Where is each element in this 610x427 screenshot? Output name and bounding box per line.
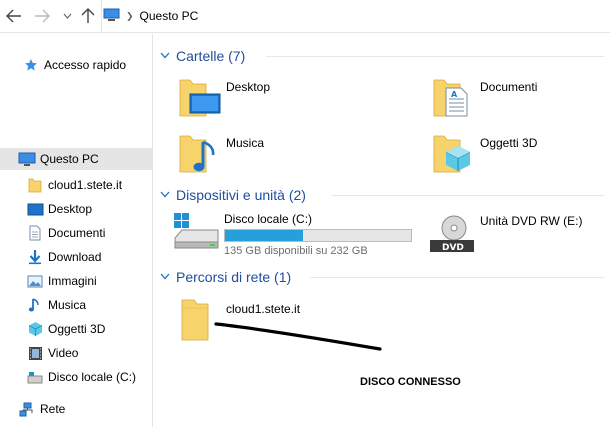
group-header-devices[interactable]: Dispositivi e unità (2)	[160, 185, 604, 205]
sidebar-item-video[interactable]: Video	[0, 342, 152, 364]
sidebar-item-cloud1[interactable]: cloud1.stete.it	[0, 174, 152, 196]
video-icon	[26, 344, 44, 362]
group-title: Percorsi di rete (1)	[176, 269, 292, 285]
pictures-icon	[26, 272, 44, 290]
folder-tile-3d-objects[interactable]: Oggetti 3D	[430, 130, 537, 176]
sidebar-item-documents[interactable]: Documenti	[0, 222, 152, 244]
documents-icon	[26, 224, 44, 242]
desktop-icon	[26, 200, 44, 218]
annotation-text: DISCO CONNESSO	[360, 376, 461, 388]
drive-icon	[26, 368, 44, 386]
chevron-down-icon	[63, 13, 71, 19]
star-icon	[22, 56, 40, 74]
sidebar-item-label: Accesso rapido	[44, 58, 127, 72]
group-divider	[332, 195, 604, 196]
navigation-pane: Accesso rapido Questo PC cloud1.stete.it…	[0, 34, 153, 427]
content-pane: Cartelle (7) Desktop A Documenti Musica …	[154, 34, 610, 427]
address-bar[interactable]: ❯ Questo PC	[103, 6, 198, 26]
sidebar-item-label: cloud1.stete.it	[48, 178, 123, 192]
dvd-badge-text: DVD	[442, 243, 464, 253]
music-icon	[26, 296, 44, 314]
group-header-network[interactable]: Percorsi di rete (1)	[160, 267, 604, 287]
folder-tile-label: Musica	[226, 136, 265, 150]
arrow-left-icon	[6, 9, 21, 23]
folder-tile-label: Desktop	[226, 80, 271, 94]
folder-tile-label: Documenti	[480, 80, 538, 94]
pc-icon	[103, 8, 120, 25]
sidebar-item-local-disk[interactable]: Disco locale (C:)	[0, 366, 152, 388]
address-separator	[101, 0, 102, 33]
annotation-underline	[214, 322, 382, 351]
download-icon	[26, 248, 44, 266]
cube-3d-icon	[26, 320, 44, 338]
navigation-toolbar: ❯ Questo PC	[0, 0, 610, 33]
folder-tile-label: Oggetti 3D	[480, 136, 538, 150]
network-location-label: cloud1.stete.it	[226, 302, 301, 316]
sidebar-item-3d-objects[interactable]: Oggetti 3D	[0, 318, 152, 340]
sidebar-item-label: Documenti	[48, 226, 106, 240]
drive-tile-local-disk[interactable]: Disco locale (C:) 135 GB disponibili su …	[172, 212, 412, 257]
group-title: Dispositivi e unità (2)	[176, 187, 306, 203]
sidebar-item-label: Musica	[48, 298, 87, 312]
drive-label: Disco locale (C:)	[224, 212, 313, 226]
arrow-up-icon	[81, 8, 95, 23]
up-button[interactable]	[80, 7, 96, 25]
recent-locations-button[interactable]	[62, 7, 72, 25]
sidebar-item-downloads[interactable]: Download	[0, 246, 152, 268]
folder-icon	[26, 176, 44, 194]
arrow-right-icon	[35, 9, 50, 23]
folder-tile-documents[interactable]: A Documenti	[430, 74, 537, 120]
sidebar-item-pictures[interactable]: Immagini	[0, 270, 152, 292]
drive-info: Unità DVD RW (E:)	[480, 214, 582, 228]
documents-folder-icon: A	[430, 74, 476, 120]
sidebar-item-this-pc[interactable]: Questo PC	[0, 148, 152, 170]
sidebar-item-label: Immagini	[48, 274, 97, 288]
sidebar-item-label: Disco locale (C:)	[48, 370, 137, 384]
breadcrumb-chevron-icon: ❯	[126, 10, 134, 21]
group-divider	[266, 56, 604, 57]
sidebar-item-label: Rete	[40, 402, 66, 416]
breadcrumb-location[interactable]: Questo PC	[140, 9, 199, 23]
sidebar-item-network[interactable]: Rete	[0, 398, 152, 420]
music-folder-icon	[176, 130, 222, 176]
chevron-down-icon	[160, 190, 172, 200]
drive-usage-bar	[224, 229, 412, 242]
forward-button[interactable]	[34, 7, 50, 25]
drive-usage-fill	[225, 230, 303, 241]
group-divider	[310, 277, 604, 278]
desktop-folder-icon	[176, 74, 222, 120]
folder-tile-music[interactable]: Musica	[176, 130, 264, 176]
sidebar-item-desktop[interactable]: Desktop	[0, 198, 152, 220]
sidebar-item-label: Oggetti 3D	[48, 322, 106, 336]
group-title: Cartelle (7)	[176, 48, 246, 64]
drive-label: Unità DVD RW (E:)	[480, 214, 583, 228]
drive-info: Disco locale (C:) 135 GB disponibili su …	[224, 212, 412, 257]
sidebar-item-music[interactable]: Musica	[0, 294, 152, 316]
sidebar-item-label: Download	[48, 250, 102, 264]
svg-text:A: A	[451, 90, 458, 99]
back-button[interactable]	[6, 7, 22, 25]
chevron-down-icon	[160, 51, 172, 61]
drive-free-space: 135 GB disponibili su 232 GB	[224, 245, 368, 257]
chevron-down-icon	[160, 272, 172, 282]
folder-tile-desktop[interactable]: Desktop	[176, 74, 270, 120]
sidebar-item-label: Questo PC	[40, 152, 99, 166]
network-icon	[18, 400, 36, 418]
sidebar-item-label: Video	[48, 346, 79, 360]
group-header-folders[interactable]: Cartelle (7)	[160, 46, 604, 66]
sidebar-item-label: Desktop	[48, 202, 93, 216]
drive-tile-dvd[interactable]: DVD Unità DVD RW (E:)	[428, 214, 582, 254]
3d-objects-folder-icon	[430, 130, 476, 176]
pc-icon	[18, 150, 36, 168]
sidebar-item-quick-access[interactable]: Accesso rapido	[0, 54, 152, 76]
dvd-drive-icon: DVD	[428, 214, 476, 254]
windows-drive-icon	[172, 212, 220, 252]
